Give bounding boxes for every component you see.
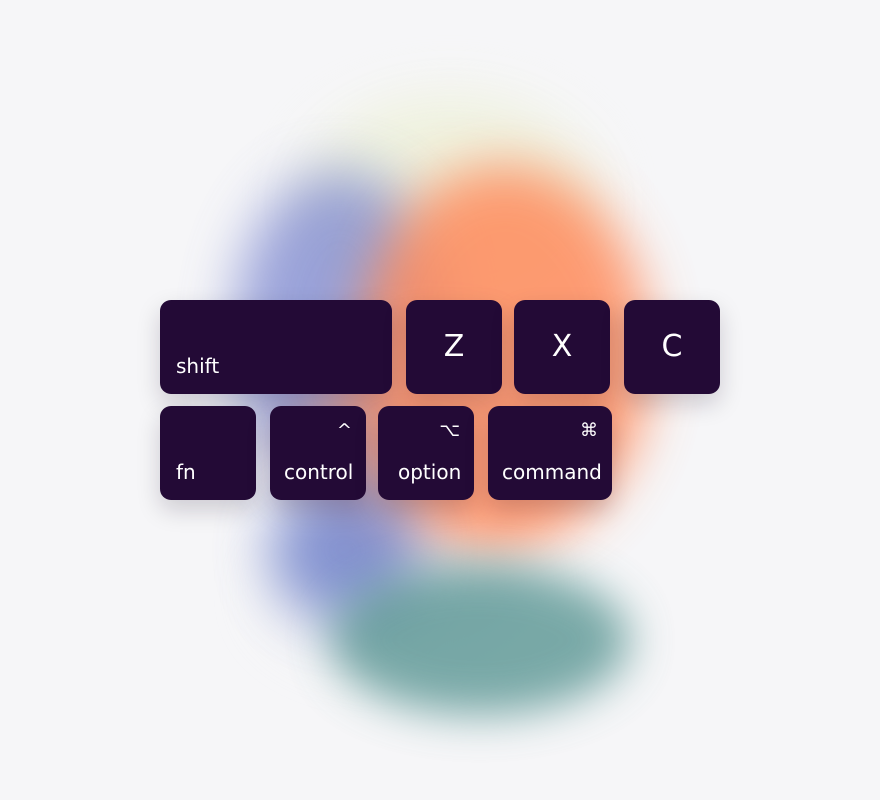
command-key[interactable]: ⌘ command [488,406,612,500]
option-key[interactable]: ⌥ option [378,406,474,500]
control-key[interactable]: ^ control [270,406,366,500]
option-symbol-icon: ⌥ [439,420,460,441]
c-key-label: C [661,329,683,364]
background-gradient-teal [330,565,630,715]
control-key-label: control [284,460,354,484]
z-key[interactable]: Z [406,300,502,394]
shift-key[interactable]: shift [160,300,392,394]
fn-key[interactable]: fn [160,406,256,500]
control-symbol-icon: ^ [336,420,352,441]
fn-key-label: fn [176,460,196,484]
shift-key-label: shift [176,354,220,378]
option-key-label: option [398,460,462,484]
keyboard-illustration: shift Z X C fn ^ control ⌥ option ⌘ comm… [0,0,880,800]
z-key-label: Z [443,329,465,364]
command-key-label: command [502,460,602,484]
x-key[interactable]: X [514,300,610,394]
command-symbol-icon: ⌘ [580,420,598,441]
c-key[interactable]: C [624,300,720,394]
x-key-label: X [551,329,573,364]
